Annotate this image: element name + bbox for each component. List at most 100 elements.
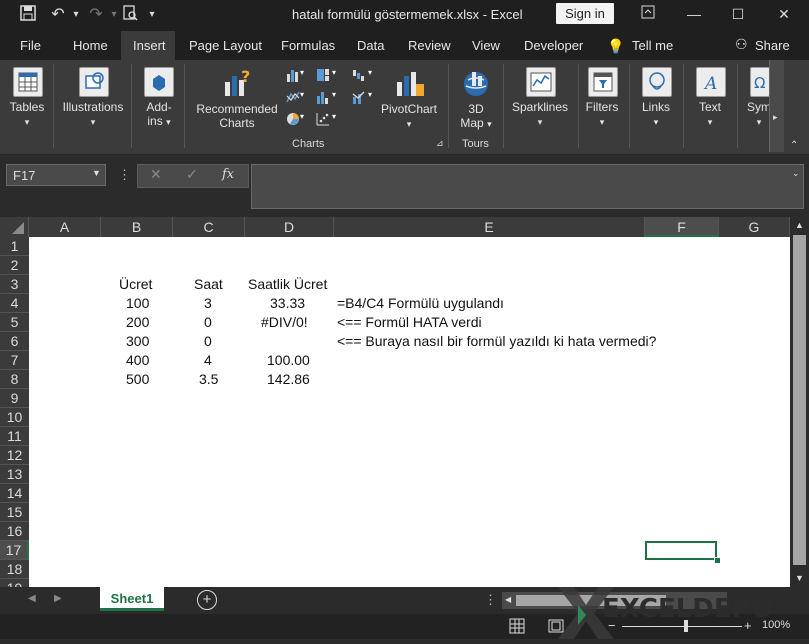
line-chart-dropdown-icon[interactable]: ▾ <box>300 90 314 104</box>
undo-dropdown-icon[interactable]: ▾ <box>66 5 86 25</box>
cell-c8[interactable]: 3.5 <box>199 370 218 389</box>
scatter-chart-dropdown-icon[interactable]: ▾ <box>332 112 346 126</box>
tab-view[interactable]: View <box>472 38 500 53</box>
cell-b8[interactable]: 500 <box>126 370 149 389</box>
row-header[interactable]: 19 <box>0 579 29 587</box>
worksheet-grid[interactable]: Ücret Saat Saatlik Ücret 100 3 33.33 =B4… <box>29 237 790 587</box>
addins-button[interactable]: Add-ins ▾ <box>138 100 180 128</box>
row-header[interactable]: 18 <box>0 560 29 579</box>
sign-in-button[interactable]: Sign in <box>556 3 614 24</box>
tell-me-search[interactable]: Tell me <box>632 38 673 53</box>
row-header[interactable]: 14 <box>0 484 29 503</box>
row-header[interactable]: 13 <box>0 465 29 484</box>
cell-d7[interactable]: 100.00 <box>267 351 310 370</box>
illustrations-button[interactable]: Illustrations ▾ <box>60 100 126 128</box>
collapse-ribbon-icon[interactable]: ⌃ <box>790 140 798 151</box>
cell-e4[interactable]: =B4/C4 Formülü uygulandı <box>337 294 504 313</box>
tab-review[interactable]: Review <box>408 38 451 53</box>
column-header-f[interactable]: F <box>645 217 719 237</box>
recommended-charts-button[interactable]: Recommended Charts <box>194 102 280 130</box>
row-header[interactable]: 10 <box>0 408 29 427</box>
cell-c5[interactable]: 0 <box>204 313 212 332</box>
expand-formula-bar-icon[interactable]: ⌄ <box>792 168 800 179</box>
row-header-selected[interactable]: 17 <box>0 541 29 560</box>
pie-chart-icon[interactable] <box>286 112 300 126</box>
cell-b4[interactable]: 100 <box>126 294 149 313</box>
cell-d3[interactable]: Saatlik Ücret <box>248 275 327 294</box>
next-sheet-icon[interactable]: ▶ <box>54 593 62 604</box>
tab-developer[interactable]: Developer <box>524 38 583 53</box>
sheet-tab-sheet1[interactable]: Sheet1 <box>100 587 164 611</box>
sparklines-button[interactable]: Sparklines ▾ <box>508 100 572 128</box>
ribbon-display-options-icon[interactable] <box>630 2 666 26</box>
3d-map-button[interactable]: 3D Map ▾ <box>454 102 498 130</box>
cell-b6[interactable]: 300 <box>126 332 149 351</box>
tab-page-layout[interactable]: Page Layout <box>189 38 262 53</box>
cell-e5[interactable]: <== Formül HATA verdi <box>337 313 482 332</box>
row-header[interactable]: 8 <box>0 370 29 389</box>
row-header[interactable]: 7 <box>0 351 29 370</box>
cell-d8[interactable]: 142.86 <box>267 370 310 389</box>
cell-c4[interactable]: 3 <box>204 294 212 313</box>
formula-input[interactable] <box>251 164 804 209</box>
customize-qat-icon[interactable]: ▾ <box>142 5 162 25</box>
minimize-icon[interactable]: — <box>676 2 712 26</box>
filters-button[interactable]: Filters ▾ <box>580 100 624 128</box>
scatter-chart-icon[interactable] <box>316 112 330 126</box>
tab-formulas[interactable]: Formulas <box>281 38 335 53</box>
row-header[interactable]: 4 <box>0 294 29 313</box>
row-header[interactable]: 1 <box>0 237 29 256</box>
cell-c3[interactable]: Saat <box>194 275 223 294</box>
column-header-e[interactable]: E <box>334 217 645 237</box>
add-sheet-icon[interactable]: + <box>197 590 217 610</box>
normal-view-icon[interactable] <box>509 618 525 639</box>
line-chart-icon[interactable] <box>286 90 300 104</box>
tab-home[interactable]: Home <box>73 38 108 53</box>
confirm-entry-icon[interactable]: ✓ <box>186 166 198 183</box>
vertical-scroll-thumb[interactable] <box>793 235 806 565</box>
column-chart-icon[interactable] <box>286 68 300 82</box>
cancel-entry-icon[interactable]: ✕ <box>150 166 162 183</box>
column-header-d[interactable]: D <box>245 217 334 237</box>
select-all-button[interactable] <box>0 217 29 237</box>
cell-d4[interactable]: 33.33 <box>270 294 305 313</box>
text-button[interactable]: Text ▾ <box>688 100 732 128</box>
row-header[interactable]: 3 <box>0 275 29 294</box>
row-header[interactable]: 2 <box>0 256 29 275</box>
row-header[interactable]: 15 <box>0 503 29 522</box>
undo-icon[interactable]: ↶ <box>48 5 68 25</box>
cell-b3[interactable]: Ücret <box>119 275 152 294</box>
waterfall-chart-dropdown-icon[interactable]: ▾ <box>368 68 382 82</box>
hierarchy-chart-dropdown-icon[interactable]: ▾ <box>332 68 346 82</box>
selected-cell-f17[interactable] <box>645 541 717 560</box>
column-chart-dropdown-icon[interactable]: ▾ <box>300 68 314 82</box>
cell-d5[interactable]: #DIV/0! <box>261 313 308 332</box>
column-header-a[interactable]: A <box>29 217 101 237</box>
row-header[interactable]: 12 <box>0 446 29 465</box>
scroll-up-icon[interactable]: ▲ <box>795 220 804 230</box>
links-button[interactable]: Links ▾ <box>634 100 678 128</box>
tab-insert[interactable]: Insert <box>133 38 166 53</box>
print-preview-icon[interactable] <box>120 5 140 25</box>
vertical-scrollbar[interactable]: ▲ ▼ <box>790 217 809 587</box>
share-button[interactable]: Share <box>755 38 790 53</box>
charts-dialog-launcher-icon[interactable]: ⊿ <box>436 138 444 149</box>
cell-c7[interactable]: 4 <box>204 351 212 370</box>
tables-button[interactable]: Tables ▾ <box>4 100 50 128</box>
insert-function-button[interactable]: fx <box>222 167 234 182</box>
row-header[interactable]: 11 <box>0 427 29 446</box>
maximize-icon[interactable]: ☐ <box>720 2 756 26</box>
column-header-b[interactable]: B <box>101 217 173 237</box>
scroll-left-icon[interactable]: ◀ <box>505 595 511 604</box>
hierarchy-chart-icon[interactable] <box>316 68 330 82</box>
statistic-chart-icon[interactable] <box>316 90 330 104</box>
fill-handle[interactable] <box>714 557 721 564</box>
cell-e6[interactable]: <== Buraya nasıl bir formül yazıldı ki h… <box>337 332 656 351</box>
pie-chart-dropdown-icon[interactable]: ▾ <box>300 112 314 126</box>
tab-data[interactable]: Data <box>357 38 384 53</box>
prev-sheet-icon[interactable]: ◀ <box>28 593 36 604</box>
name-box-dropdown-icon[interactable]: ▼ <box>92 168 101 178</box>
cell-c6[interactable]: 0 <box>204 332 212 351</box>
close-icon[interactable]: ✕ <box>766 2 802 26</box>
name-box[interactable]: F17 <box>6 164 106 186</box>
